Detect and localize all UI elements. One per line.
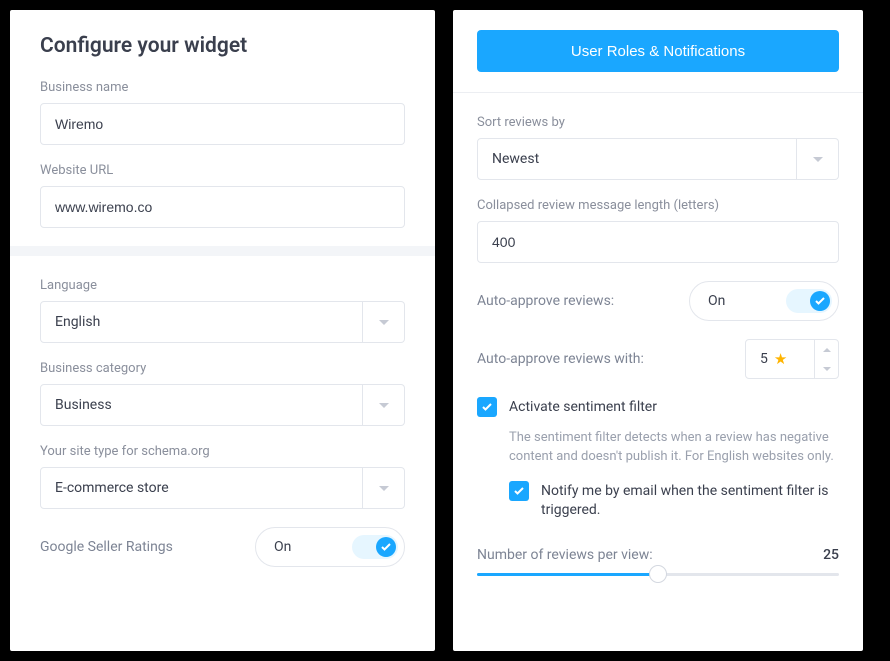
site-type-select[interactable]: E-commerce store <box>40 467 405 509</box>
toggle-knob <box>376 537 396 557</box>
chevron-down-icon[interactable] <box>363 467 405 509</box>
auto-approve-label: Auto-approve reviews: <box>477 293 614 309</box>
website-url-label: Website URL <box>40 163 405 178</box>
website-url-input[interactable] <box>40 186 405 228</box>
stepper-up-button[interactable] <box>815 340 838 359</box>
toggle-track <box>352 535 398 559</box>
sort-select[interactable]: Newest <box>477 138 839 180</box>
sentiment-label: Activate sentiment filter <box>509 397 657 418</box>
auto-approve-with-label: Auto-approve reviews with: <box>477 351 644 367</box>
sort-value: Newest <box>477 138 797 180</box>
notify-label: Notify me by email when the sentiment fi… <box>541 481 839 521</box>
slider-thumb[interactable] <box>649 565 667 583</box>
reviews-per-view-value: 25 <box>823 547 839 563</box>
star-value: 5 <box>760 351 768 367</box>
category-label: Business category <box>40 361 405 376</box>
sentiment-checkbox[interactable] <box>477 397 497 417</box>
language-label: Language <box>40 278 405 293</box>
star-icon: ★ <box>774 350 787 368</box>
chevron-up-icon <box>823 348 831 352</box>
slider-fill <box>477 573 658 576</box>
reviews-per-view-slider[interactable] <box>477 573 839 576</box>
stepper <box>814 340 838 378</box>
reviews-per-view-label: Number of reviews per view: <box>477 547 653 563</box>
toggle-state-label: On <box>274 539 291 555</box>
page-title: Configure your widget <box>40 34 405 58</box>
reviews-settings-panel: User Roles & Notifications Sort reviews … <box>453 10 863 651</box>
toggle-track <box>786 289 832 313</box>
check-icon <box>815 297 825 305</box>
chevron-down-icon <box>823 367 831 371</box>
stepper-down-button[interactable] <box>815 359 838 378</box>
divider <box>10 246 435 256</box>
chevron-down-icon[interactable] <box>797 138 839 180</box>
site-type-label: Your site type for schema.org <box>40 444 405 459</box>
notify-checkbox[interactable] <box>509 481 529 501</box>
configure-widget-panel: Configure your widget Business name Webs… <box>10 10 435 651</box>
sentiment-description: The sentiment filter detects when a revi… <box>509 428 839 467</box>
collapsed-input[interactable] <box>477 221 839 263</box>
chevron-down-icon[interactable] <box>363 384 405 426</box>
user-roles-button[interactable]: User Roles & Notifications <box>477 30 839 72</box>
auto-approve-toggle[interactable]: On <box>689 281 839 321</box>
category-select[interactable]: Business <box>40 384 405 426</box>
business-name-input[interactable] <box>40 103 405 145</box>
auto-approve-with-stepper[interactable]: 5 ★ <box>745 339 839 379</box>
check-icon <box>514 487 524 495</box>
language-value: English <box>40 301 363 343</box>
sort-label: Sort reviews by <box>477 115 839 130</box>
seller-ratings-toggle[interactable]: On <box>255 527 405 567</box>
divider <box>453 92 863 93</box>
toggle-knob <box>810 291 830 311</box>
check-icon <box>482 403 492 411</box>
category-value: Business <box>40 384 363 426</box>
business-name-label: Business name <box>40 80 405 95</box>
toggle-state-label: On <box>708 293 725 309</box>
chevron-down-icon[interactable] <box>363 301 405 343</box>
site-type-value: E-commerce store <box>40 467 363 509</box>
check-icon <box>381 543 391 551</box>
seller-ratings-label: Google Seller Ratings <box>40 539 173 555</box>
language-select[interactable]: English <box>40 301 405 343</box>
collapsed-label: Collapsed review message length (letters… <box>477 198 839 213</box>
